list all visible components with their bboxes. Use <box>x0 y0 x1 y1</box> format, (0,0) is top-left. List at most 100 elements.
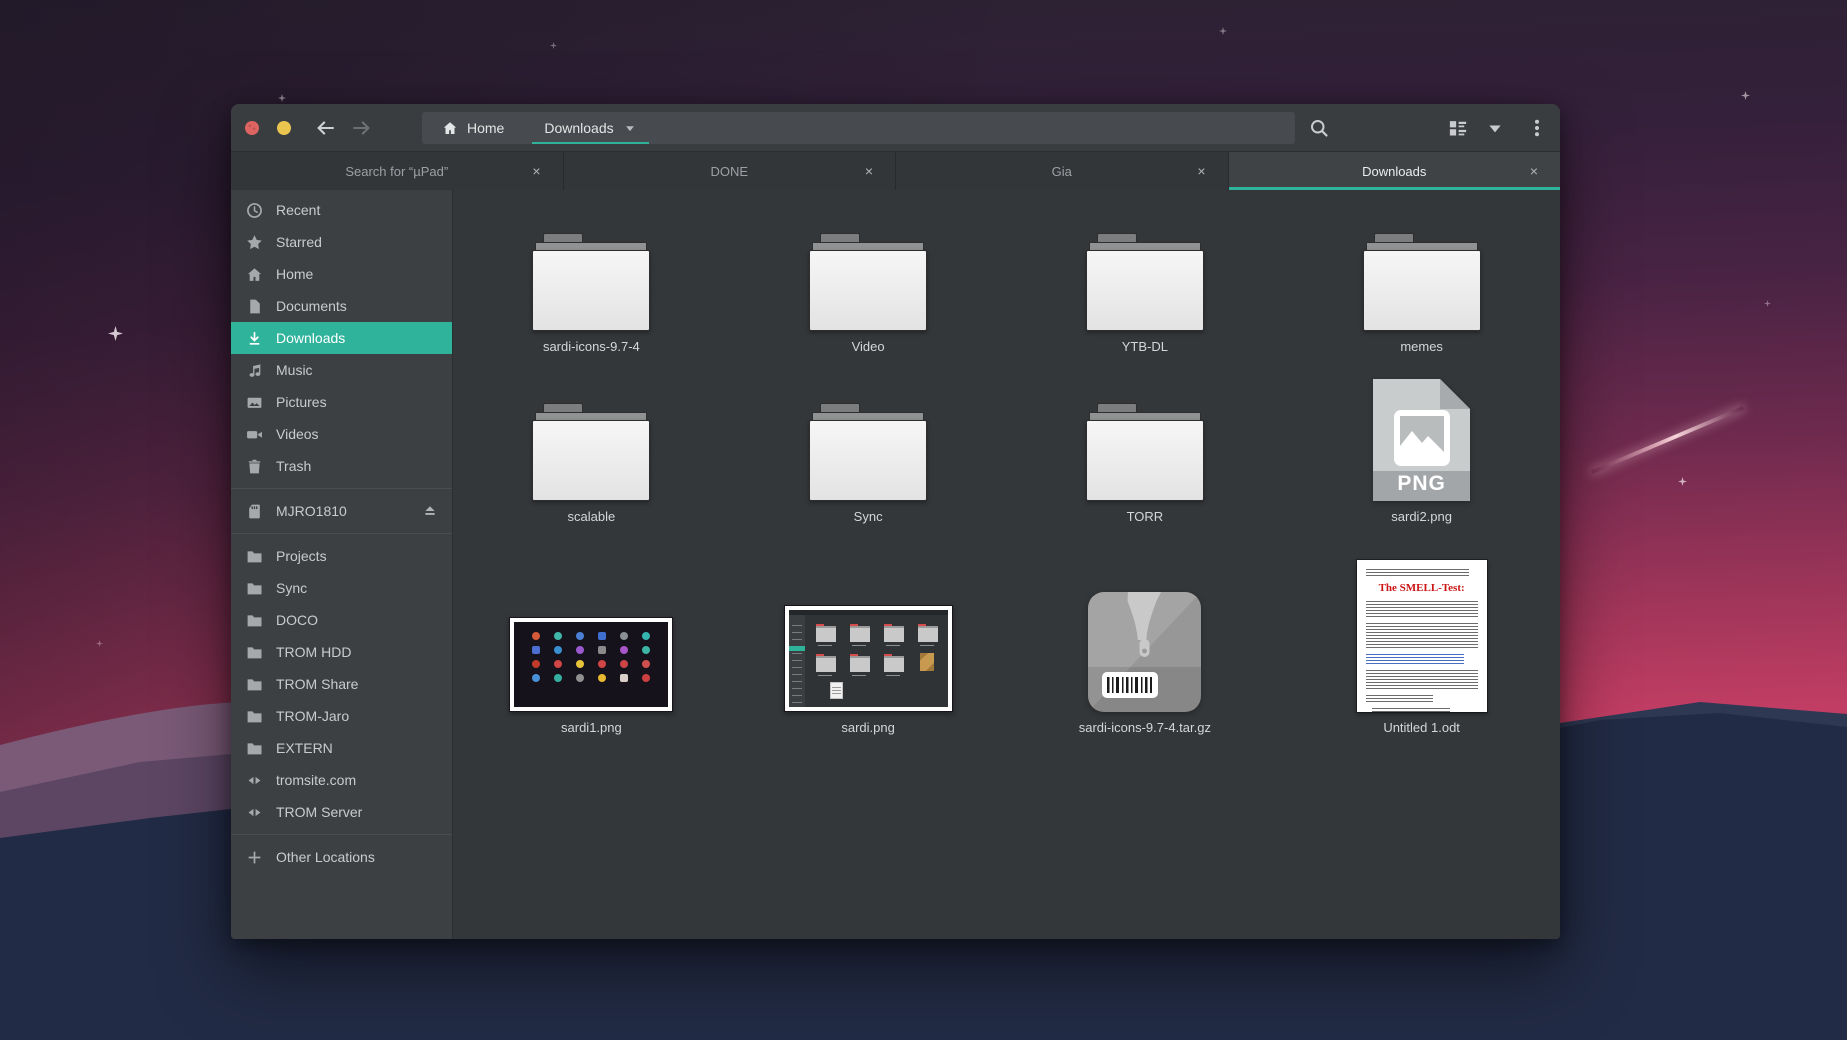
tab-close-icon[interactable]: × <box>532 164 540 178</box>
sidebar-item-recent[interactable]: Recent <box>231 194 452 226</box>
sidebar-item-tromsite[interactable]: tromsite.com <box>231 764 452 796</box>
trash-icon <box>246 458 263 475</box>
file-name: sardi1.png <box>561 720 622 735</box>
png-badge-label: PNG <box>1373 472 1470 496</box>
tab-downloads[interactable]: Downloads × <box>1229 152 1561 190</box>
sidebar-item-starred[interactable]: Starred <box>231 226 452 258</box>
picture-icon <box>246 394 263 411</box>
sidebar-label: Downloads <box>276 330 345 346</box>
sidebar-label: TROM Server <box>276 804 362 820</box>
file-grid: sardi-icons-9.7-4 Video YTB-DL memes sca… <box>453 190 1560 939</box>
sidebar-item-home[interactable]: Home <box>231 258 452 290</box>
download-icon <box>246 330 263 347</box>
path-segment-home[interactable]: Home <box>422 112 524 144</box>
folder-icon <box>529 233 653 331</box>
sidebar-item-other-locations[interactable]: Other Locations <box>231 841 452 873</box>
sidebar-label: Documents <box>276 298 347 314</box>
path-home-label: Home <box>467 120 504 136</box>
sidebar-label: TROM-Jaro <box>276 708 349 724</box>
tab-close-icon[interactable]: × <box>865 164 873 178</box>
tab-close-icon[interactable]: × <box>1197 164 1205 178</box>
sidebar-item-downloads[interactable]: Downloads <box>231 322 452 354</box>
sidebar-label: Recent <box>276 202 320 218</box>
folder-icon <box>1083 233 1207 331</box>
sidebar-label: Projects <box>276 548 327 564</box>
close-window-button[interactable] <box>245 121 259 135</box>
sidebar-label: TROM Share <box>276 676 358 692</box>
folder-icon <box>529 403 653 501</box>
path-active-underline <box>532 142 648 144</box>
image-thumbnail <box>509 617 673 712</box>
sidebar-item-documents[interactable]: Documents <box>231 290 452 322</box>
tab-search[interactable]: Search for “µPad” × <box>231 152 564 190</box>
file-item[interactable]: Video <box>730 220 1007 354</box>
sidebar-item-pictures[interactable]: Pictures <box>231 386 452 418</box>
view-mode-icon[interactable] <box>1448 118 1468 138</box>
sidebar-item-trom-hdd[interactable]: TROM HDD <box>231 636 452 668</box>
music-note-icon <box>246 362 263 379</box>
back-arrow-icon[interactable] <box>315 118 335 138</box>
file-item[interactable]: memes <box>1283 220 1560 354</box>
eject-icon[interactable] <box>422 503 438 519</box>
folder-icon <box>806 233 930 331</box>
file-item[interactable]: sardi1.png <box>453 560 730 735</box>
file-item[interactable]: PNG sardi2.png <box>1283 390 1560 524</box>
sidebar-item-extern[interactable]: EXTERN <box>231 732 452 764</box>
file-item[interactable]: TORR <box>1007 390 1284 524</box>
folder-icon <box>1083 403 1207 501</box>
tab-done[interactable]: DONE × <box>564 152 897 190</box>
sidebar-label: EXTERN <box>276 740 333 756</box>
titlebar: Home Downloads <box>231 104 1560 152</box>
file-item[interactable]: sardi.png <box>730 560 1007 735</box>
sidebar-label: Sync <box>276 580 307 596</box>
sidebar-label: tromsite.com <box>276 772 356 788</box>
sidebar-item-videos[interactable]: Videos <box>231 418 452 450</box>
folder-icon <box>246 612 263 629</box>
sidebar-item-trom-share[interactable]: TROM Share <box>231 668 452 700</box>
recent-icon <box>246 202 263 219</box>
sidebar-label: Videos <box>276 426 319 442</box>
sidebar-item-doco[interactable]: DOCO <box>231 604 452 636</box>
sidebar-label: Music <box>276 362 313 378</box>
png-file-icon: PNG <box>1373 379 1470 501</box>
file-item[interactable]: Sync <box>730 390 1007 524</box>
sidebar-item-sync[interactable]: Sync <box>231 572 452 604</box>
sidebar-label: Starred <box>276 234 322 250</box>
folder-icon <box>1360 233 1484 331</box>
file-name: sardi.png <box>841 720 894 735</box>
sidebar-item-music[interactable]: Music <box>231 354 452 386</box>
sidebar-item-trom-server[interactable]: TROM Server <box>231 796 452 828</box>
sidebar-label: DOCO <box>276 612 318 628</box>
tab-label: DONE <box>710 164 748 179</box>
view-options-caret-icon[interactable] <box>1485 118 1505 138</box>
file-name: Sync <box>854 509 883 524</box>
sidebar-item-mjro1810[interactable]: MJRO1810 <box>231 495 452 527</box>
tab-gia[interactable]: Gia × <box>896 152 1229 190</box>
chevron-down-icon <box>623 121 637 135</box>
sidebar-item-projects[interactable]: Projects <box>231 540 452 572</box>
forward-arrow-icon[interactable] <box>352 118 372 138</box>
home-icon <box>442 120 458 136</box>
tab-bar: Search for “µPad” × DONE × Gia × Downloa… <box>231 152 1560 190</box>
file-item[interactable]: YTB-DL <box>1007 220 1284 354</box>
file-name: sardi2.png <box>1391 509 1452 524</box>
file-item[interactable]: sardi-icons-9.7-4.tar.gz <box>1007 560 1284 735</box>
tab-label: Search for “µPad” <box>345 164 448 179</box>
folder-icon <box>806 403 930 501</box>
menu-kebab-icon[interactable] <box>1527 118 1547 138</box>
file-item[interactable]: The SMELL-Test: Untitled 1.odt <box>1283 560 1560 735</box>
sidebar-label: Home <box>276 266 313 282</box>
sidebar-item-trom-jaro[interactable]: TROM-Jaro <box>231 700 452 732</box>
file-name: scalable <box>568 509 616 524</box>
path-segment-current[interactable]: Downloads <box>524 112 656 144</box>
file-item[interactable]: scalable <box>453 390 730 524</box>
network-icon <box>246 772 263 789</box>
home-icon <box>246 266 263 283</box>
tab-close-icon[interactable]: × <box>1530 164 1538 178</box>
folder-icon <box>246 740 263 757</box>
sidebar-item-trash[interactable]: Trash <box>231 450 452 482</box>
search-icon[interactable] <box>1309 118 1329 138</box>
file-item[interactable]: sardi-icons-9.7-4 <box>453 220 730 354</box>
sidebar-label: TROM HDD <box>276 644 351 660</box>
minimize-window-button[interactable] <box>277 121 291 135</box>
